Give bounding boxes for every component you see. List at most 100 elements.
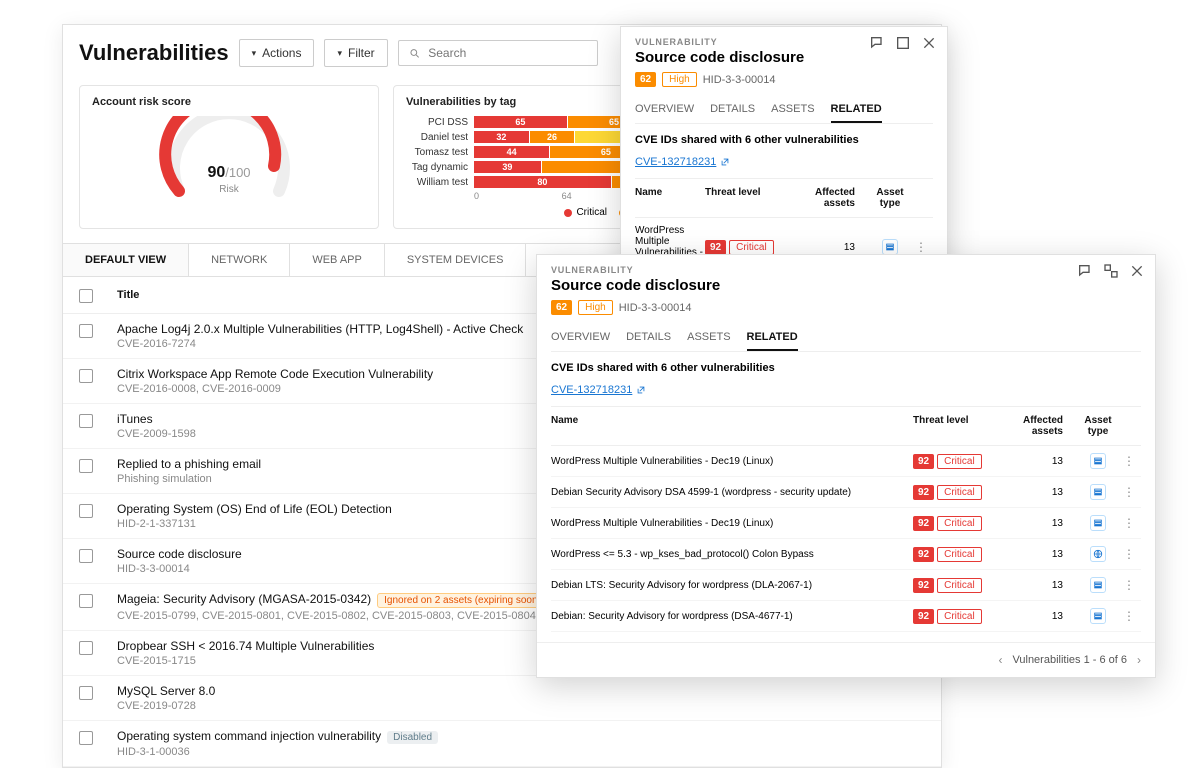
row-name: WordPress Multiple Vulnerabilities - Dec… [551,518,913,529]
related-vuln-row[interactable]: Debian Security Advisory DSA 4599-1 (wor… [551,477,1141,508]
vuln-id: HID-3-3-00014 [703,74,776,86]
severity-score: 62 [551,300,572,315]
prev-page[interactable]: ‹ [998,653,1002,667]
next-page[interactable]: › [1137,653,1141,667]
detail-tab-assets[interactable]: ASSETS [687,325,730,351]
collapse-icon[interactable] [1103,263,1119,279]
chevron-down-icon: ▾ [252,48,257,59]
column-title: Title [117,289,139,301]
threat-score: 92 [913,454,934,469]
row-menu-icon[interactable]: ⋮ [1123,548,1141,560]
detail-label: VULNERABILITY [551,265,1141,275]
tab-web-app[interactable]: WEB APP [290,244,385,276]
threat-score: 92 [913,516,934,531]
search-icon [409,47,421,60]
row-checkbox[interactable] [79,641,93,655]
actions-button[interactable]: ▾ Actions [239,39,315,67]
widget-title: Account risk score [92,96,366,108]
search-input-wrap[interactable] [398,40,598,66]
comment-icon[interactable] [1077,263,1093,279]
row-menu-icon[interactable]: ⋮ [1123,517,1141,529]
affected-assets: 13 [993,549,1073,560]
pagination-text: Vulnerabilities 1 - 6 of 6 [1012,654,1127,666]
asset-type-icon [882,239,898,255]
asset-type-icon [1090,546,1106,562]
detail-tab-overview[interactable]: OVERVIEW [551,325,610,351]
asset-type-icon [1090,484,1106,500]
row-name: WordPress <= 5.3 - wp_kses_bad_protocol(… [551,549,913,560]
close-icon[interactable] [1129,263,1145,279]
close-icon[interactable] [921,35,937,51]
row-checkbox[interactable] [79,594,93,608]
asset-type-icon [1090,453,1106,469]
threat-level: Critical [937,547,982,562]
tab-network[interactable]: NETWORK [189,244,290,276]
row-checkbox[interactable] [79,459,93,473]
row-subtitle: HID-3-1-00036 [117,746,925,758]
related-vuln-row[interactable]: WordPress Multiple Vulnerabilities - Dec… [551,508,1141,539]
detail-panel-compact: VULNERABILITY Source code disclosure 62 … [620,26,948,288]
select-all-checkbox[interactable] [79,289,93,303]
affected-assets: 13 [993,487,1073,498]
risk-score-widget: Account risk score 90/100 Risk [79,85,379,229]
external-link-icon [720,157,730,167]
row-checkbox[interactable] [79,731,93,745]
comment-icon[interactable] [869,35,885,51]
row-menu-icon[interactable]: ⋮ [1123,579,1141,591]
threat-score: 92 [913,609,934,624]
table-row[interactable]: Operating system command injection vulne… [63,721,941,767]
cve-link[interactable]: CVE-132718231 [635,156,730,168]
status-badge: Disabled [387,731,438,744]
status-badge: Ignored on 2 assets (expiring soon) [377,593,548,608]
detail-tab-details[interactable]: DETAILS [710,97,755,123]
row-menu-icon[interactable]: ⋮ [1123,455,1141,467]
risk-gauge: 90/100 Risk [159,116,299,201]
expand-icon[interactable] [895,35,911,51]
severity-level: High [662,72,697,87]
tab-default-view[interactable]: DEFAULT VIEW [63,244,189,276]
cve-shared-text: CVE IDs shared with 6 other vulnerabilit… [551,362,1141,374]
row-checkbox[interactable] [79,369,93,383]
detail-tab-assets[interactable]: ASSETS [771,97,814,123]
filter-button[interactable]: ▾ Filter [324,39,387,67]
detail-tab-overview[interactable]: OVERVIEW [635,97,694,123]
related-vuln-row[interactable]: Debian: Security Advisory for wordpress … [551,601,1141,632]
threat-level: Critical [937,516,982,531]
cve-link[interactable]: CVE-132718231 [551,384,646,396]
detail-tab-details[interactable]: DETAILS [626,325,671,351]
threat-score: 92 [913,485,934,500]
tab-system-devices[interactable]: SYSTEM DEVICES [385,244,527,276]
risk-score: 90 [207,164,225,181]
row-checkbox[interactable] [79,414,93,428]
row-name: Debian: Security Advisory for wordpress … [551,611,913,622]
row-name: WordPress Multiple Vulnerabilities - Dec… [551,456,913,467]
related-vuln-row[interactable]: Debian LTS: Security Advisory for wordpr… [551,570,1141,601]
row-checkbox[interactable] [79,324,93,338]
related-vuln-row[interactable]: WordPress <= 5.3 - wp_kses_bad_protocol(… [551,539,1141,570]
threat-score: 92 [913,547,934,562]
external-link-icon [636,385,646,395]
row-title: MySQL Server 8.0 [117,684,925,698]
threat-level: Critical [937,454,982,469]
row-menu-icon[interactable]: ⋮ [915,241,933,253]
detail-panel-expanded: VULNERABILITY Source code disclosure 62 … [536,254,1156,678]
detail-title: Source code disclosure [635,49,933,66]
threat-score: 92 [913,578,934,593]
chevron-down-icon: ▾ [337,48,342,59]
detail-tab-related[interactable]: RELATED [831,97,882,123]
row-checkbox[interactable] [79,686,93,700]
search-input[interactable] [428,46,586,60]
affected-assets: 13 [993,611,1073,622]
threat-level: Critical [937,578,982,593]
row-menu-icon[interactable]: ⋮ [1123,610,1141,622]
row-menu-icon[interactable]: ⋮ [1123,486,1141,498]
row-checkbox[interactable] [79,549,93,563]
row-checkbox[interactable] [79,504,93,518]
affected-assets: 13 [993,580,1073,591]
detail-tab-related[interactable]: RELATED [747,325,798,351]
threat-score: 92 [705,240,726,255]
page-title: Vulnerabilities [79,40,229,66]
related-vuln-row[interactable]: WordPress Multiple Vulnerabilities - Dec… [551,446,1141,477]
table-row[interactable]: MySQL Server 8.0CVE-2019-0728 [63,676,941,721]
row-name: Debian Security Advisory DSA 4599-1 (wor… [551,487,913,498]
